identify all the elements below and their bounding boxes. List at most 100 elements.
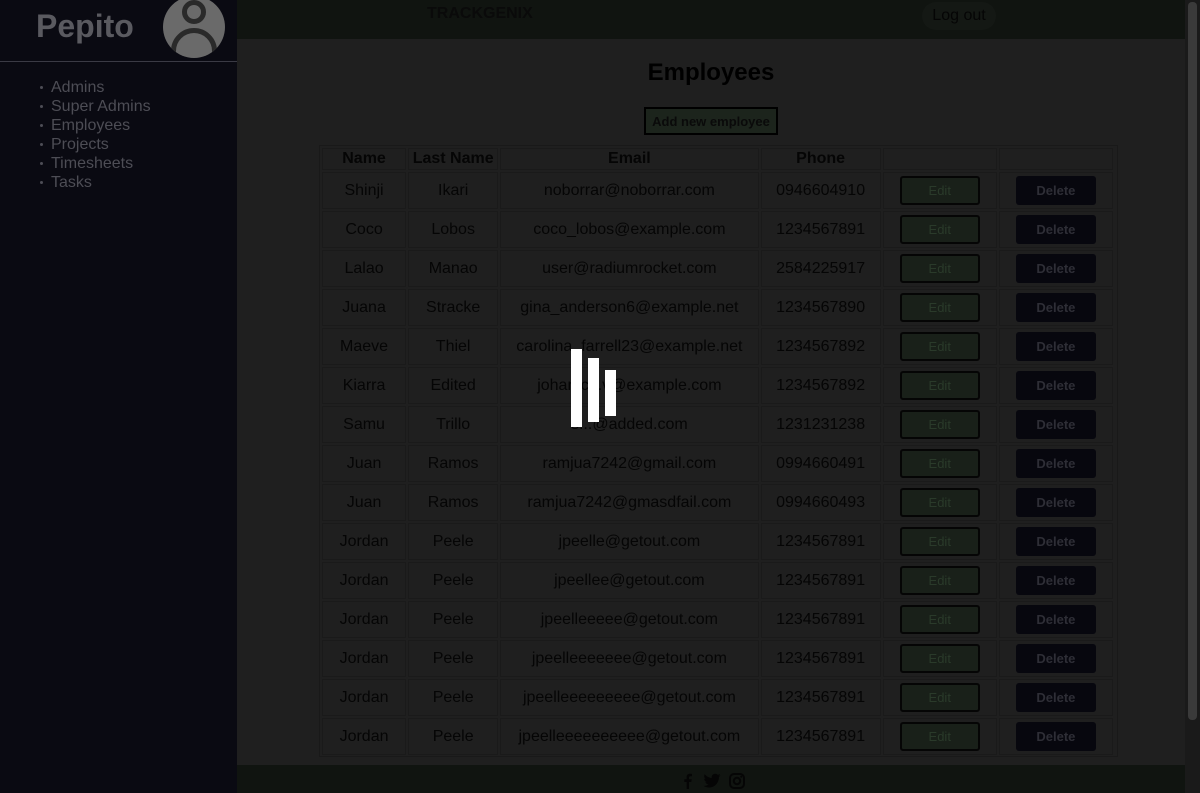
cell-email: ramjua7242@gmail.com xyxy=(500,445,759,482)
app-title: TRACKGENIX xyxy=(427,5,533,22)
edit-button[interactable]: Edit xyxy=(899,176,980,205)
cell-last-name: Peele xyxy=(408,679,499,716)
edit-button[interactable]: Edit xyxy=(899,644,980,673)
cell-email: jpeellee@getout.com xyxy=(500,562,759,599)
cell-delete: Delete xyxy=(998,484,1113,521)
column-header-edit xyxy=(882,148,997,170)
delete-button[interactable]: Delete xyxy=(1015,722,1096,751)
cell-last-name: Edited xyxy=(408,367,499,404)
cell-last-name: Lobos xyxy=(408,211,499,248)
delete-button[interactable]: Delete xyxy=(1015,176,1096,205)
column-header-phone: Phone xyxy=(760,148,881,170)
sidebar-item-label: Tasks xyxy=(51,174,92,191)
table-row: Jordan Peele jpeelleeeee@getout.com 1234567… xyxy=(322,601,1113,638)
bullet-icon xyxy=(40,105,43,108)
cell-email: jpeelle@getout.com xyxy=(500,523,759,560)
cell-delete: Delete xyxy=(998,445,1113,482)
delete-button[interactable]: Delete xyxy=(1015,488,1096,517)
table-row: Juana Stracke gina_anderson6@example.net 12… xyxy=(322,289,1113,326)
cell-phone: 1234567891 xyxy=(760,523,881,560)
cell-edit: Edit xyxy=(882,484,997,521)
cell-phone: 0946604910 xyxy=(760,172,881,209)
edit-button[interactable]: Edit xyxy=(899,566,980,595)
sidebar-item-super-admins[interactable]: Super Admins xyxy=(40,97,237,116)
edit-button[interactable]: Edit xyxy=(899,215,980,244)
table-row: Coco Lobos coco_lobos@example.com 123456789… xyxy=(322,211,1113,248)
edit-button[interactable]: Edit xyxy=(899,254,980,283)
employees-table-container: Name Last Name Email Phone Shinji Ikari no… xyxy=(319,145,1118,757)
table-row: Lalao Manao user@radiumrocket.com 258422591… xyxy=(322,250,1113,287)
logout-button[interactable]: Log out xyxy=(922,2,996,30)
bullet-icon xyxy=(40,143,43,146)
cell-edit: Edit xyxy=(882,172,997,209)
cell-phone: 0994660491 xyxy=(760,445,881,482)
delete-button[interactable]: Delete xyxy=(1015,683,1096,712)
edit-button[interactable]: Edit xyxy=(899,410,980,439)
cell-delete: Delete xyxy=(998,718,1113,755)
cell-last-name: Thiel xyxy=(408,328,499,365)
edit-button[interactable]: Edit xyxy=(899,683,980,712)
cell-name: Shinji xyxy=(322,172,407,209)
table-header-row: Name Last Name Email Phone xyxy=(322,148,1113,170)
delete-button[interactable]: Delete xyxy=(1015,644,1096,673)
cell-name: Jordan xyxy=(322,523,407,560)
table-row: Jordan Peele jpeelle@getout.com 1234567891 E… xyxy=(322,523,1113,560)
cell-last-name: Peele xyxy=(408,523,499,560)
cell-email: coco_lobos@example.com xyxy=(500,211,759,248)
avatar-head-shape xyxy=(182,0,206,24)
cell-phone: 1234567891 xyxy=(760,718,881,755)
edit-button[interactable]: Edit xyxy=(899,449,980,478)
cell-name: Coco xyxy=(322,211,407,248)
delete-button[interactable]: Delete xyxy=(1015,332,1096,361)
delete-button[interactable]: Delete xyxy=(1015,605,1096,634)
sidebar-item-projects[interactable]: Projects xyxy=(40,135,237,154)
edit-button[interactable]: Edit xyxy=(899,488,980,517)
cell-name: Juan xyxy=(322,445,407,482)
edit-button[interactable]: Edit xyxy=(899,293,980,322)
delete-button[interactable]: Delete xyxy=(1015,410,1096,439)
delete-button[interactable]: Delete xyxy=(1015,254,1096,283)
delete-button[interactable]: Delete xyxy=(1015,293,1096,322)
cell-email: s...@added.com xyxy=(500,406,759,443)
delete-button[interactable]: Delete xyxy=(1015,566,1096,595)
edit-button[interactable]: Edit xyxy=(899,527,980,556)
edit-button[interactable]: Edit xyxy=(899,332,980,361)
sidebar-item-tasks[interactable]: Tasks xyxy=(40,173,237,192)
facebook-icon[interactable] xyxy=(681,773,695,789)
sidebar-item-admins[interactable]: Admins xyxy=(40,78,237,97)
twitter-icon[interactable] xyxy=(703,773,721,789)
footer xyxy=(237,765,1185,793)
sidebar-item-label: Timesheets xyxy=(51,155,134,172)
cell-email: user@radiumrocket.com xyxy=(500,250,759,287)
delete-button[interactable]: Delete xyxy=(1015,215,1096,244)
brand-name: Pepito xyxy=(36,8,134,44)
sidebar-item-timesheets[interactable]: Timesheets xyxy=(40,154,237,173)
cell-delete: Delete xyxy=(998,328,1113,365)
avatar[interactable] xyxy=(163,0,225,58)
cell-edit: Edit xyxy=(882,406,997,443)
instagram-icon[interactable] xyxy=(729,773,745,789)
table-row: Maeve Thiel carolina_farrell23@example.net… xyxy=(322,328,1113,365)
cell-email: jpeelleeeee@getout.com xyxy=(500,601,759,638)
edit-button[interactable]: Edit xyxy=(899,371,980,400)
vertical-scrollbar[interactable] xyxy=(1185,0,1200,793)
table-row: Jordan Peele jpeelleeeeeee@getout.com 12345… xyxy=(322,640,1113,677)
cell-email: ramjua7242@gmasdfail.com xyxy=(500,484,759,521)
bullet-icon xyxy=(40,86,43,89)
cell-edit: Edit xyxy=(882,718,997,755)
cell-last-name: Ikari xyxy=(408,172,499,209)
delete-button[interactable]: Delete xyxy=(1015,527,1096,556)
bullet-icon xyxy=(40,181,43,184)
cell-email: jpeelleeeeeeeeee@getout.com xyxy=(500,718,759,755)
sidebar-item-employees[interactable]: Employees xyxy=(40,116,237,135)
scrollbar-thumb[interactable] xyxy=(1188,2,1197,720)
cell-name: Jordan xyxy=(322,562,407,599)
edit-button[interactable]: Edit xyxy=(899,605,980,634)
add-employee-button[interactable]: Add new employee xyxy=(644,107,778,135)
cell-name: Jordan xyxy=(322,679,407,716)
cell-phone: 1234567891 xyxy=(760,601,881,638)
delete-button[interactable]: Delete xyxy=(1015,371,1096,400)
cell-delete: Delete xyxy=(998,211,1113,248)
edit-button[interactable]: Edit xyxy=(899,722,980,751)
delete-button[interactable]: Delete xyxy=(1015,449,1096,478)
